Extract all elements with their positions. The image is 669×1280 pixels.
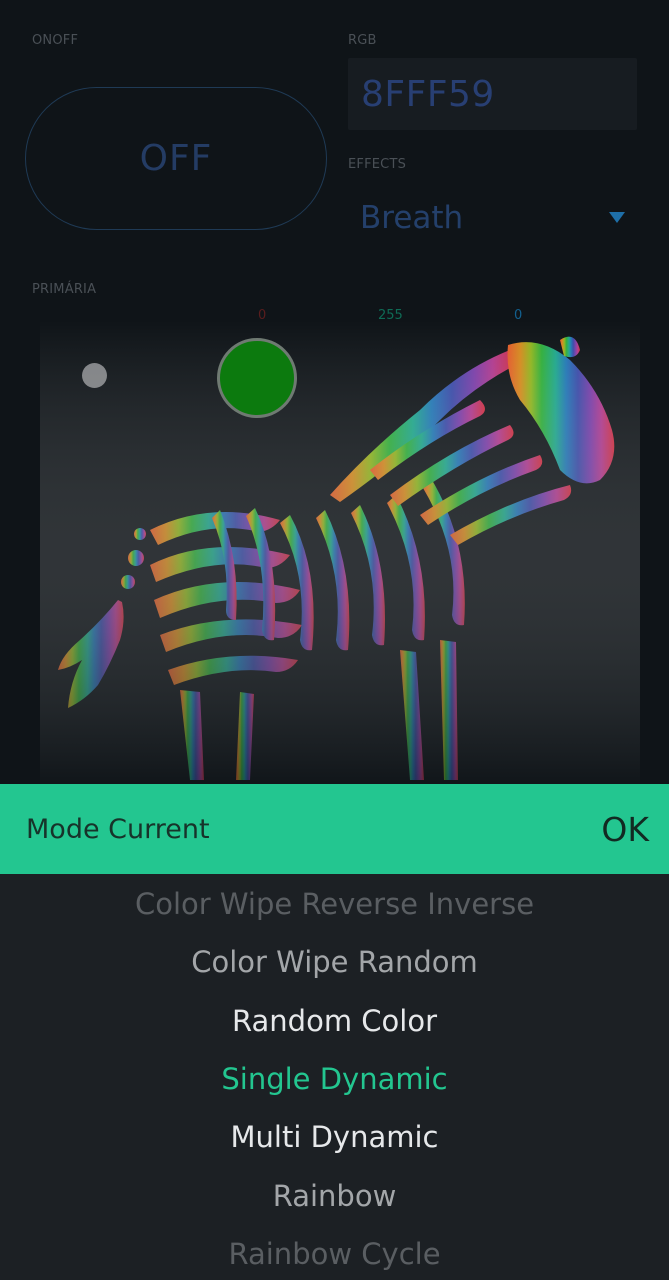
picker-item-multi-dynamic[interactable]: Multi Dynamic [0,1120,669,1154]
onoff-button[interactable]: OFF [25,87,327,230]
mode-picker-header: Mode Current OK [0,784,669,874]
rgb-value-display: 8FFF59 [348,58,637,130]
picker-item-color-wipe-random[interactable]: Color Wipe Random [0,945,669,979]
effects-dropdown[interactable]: Breath [348,182,637,254]
rgb-value: 8FFF59 [361,73,495,115]
color-picker-handle[interactable] [217,338,297,418]
mode-picker-title: Mode Current [26,813,210,845]
picker-item-color-wipe-reverse-inverse[interactable]: Color Wipe Reverse Inverse [0,887,669,921]
picker-item-single-dynamic[interactable]: Single Dynamic [0,1062,669,1096]
picker-item-rainbow[interactable]: Rainbow [0,1179,669,1213]
app-screen: ONOFF OFF RGB 8FFF59 EFFECTS Breath PRIM… [0,0,669,1280]
ok-button[interactable]: OK [601,810,649,849]
effects-label: EFFECTS [348,157,407,172]
mode-picker-wheel[interactable]: Color Wipe Reverse Inverse Color Wipe Ra… [0,874,669,1280]
zebra-rgb-icon[interactable] [40,320,640,790]
caret-down-icon [609,212,625,223]
picker-item-random-color[interactable]: Random Color [0,1004,669,1038]
rgb-label: RGB [348,33,377,48]
onoff-label: ONOFF [32,33,79,48]
picker-item-rainbow-cycle[interactable]: Rainbow Cycle [0,1237,669,1271]
primaria-label: PRIMÁRIA [32,282,97,297]
onoff-button-label: OFF [139,138,213,179]
effects-selected-value: Breath [360,200,464,236]
